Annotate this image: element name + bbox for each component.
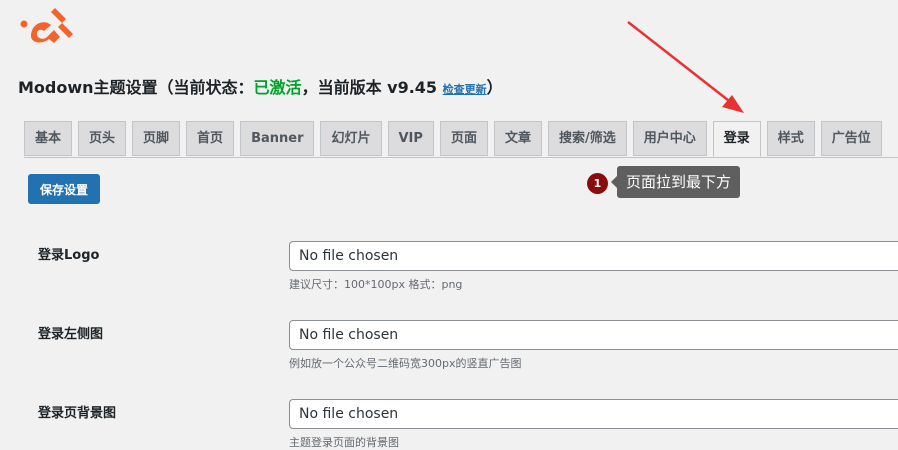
- tab-basic[interactable]: 基本: [24, 121, 73, 156]
- login-background-file-input[interactable]: No file chosen: [289, 399, 898, 429]
- field-desc-login-side-image: 例如放一个公众号二维码宽300px的竖直广告图: [289, 357, 522, 370]
- title-close: ）: [486, 78, 503, 97]
- site-logo: [18, 6, 74, 48]
- status-text: 已激活: [253, 78, 302, 97]
- tab-style[interactable]: 样式: [766, 121, 815, 156]
- annotation-step-badge: 1: [587, 173, 608, 194]
- settings-tab-bar: 基本 页头 页脚 首页 Banner 幻灯片 VIP 页面 文章 搜索/筛选 用户中心 登录 样式 广告位: [24, 121, 898, 158]
- tab-vip[interactable]: VIP: [387, 121, 434, 156]
- check-update-link[interactable]: 检查更新: [443, 83, 487, 96]
- tab-search-filter[interactable]: 搜索/筛选: [547, 121, 627, 156]
- tab-footer[interactable]: 页脚: [132, 121, 181, 156]
- field-desc-login-logo: 建议尺寸：100*100px 格式：png: [289, 278, 463, 291]
- field-desc-login-background: 主题登录页面的背景图: [289, 436, 399, 449]
- annotation-arrow-icon: [627, 21, 744, 113]
- field-label-login-logo: 登录Logo: [38, 248, 100, 263]
- title-main: Modown主题设置（当前状态：: [18, 78, 254, 97]
- tab-ad-slots[interactable]: 广告位: [820, 121, 882, 156]
- login-side-image-file-input[interactable]: No file chosen: [289, 320, 898, 350]
- page-title: Modown主题设置（当前状态：已激活，当前版本 v9.45 检查更新）: [18, 74, 503, 98]
- tab-page[interactable]: 页面: [439, 121, 488, 156]
- tab-banner[interactable]: Banner: [240, 121, 315, 156]
- field-label-login-side-image: 登录左侧图: [38, 327, 104, 342]
- tab-slideshow[interactable]: 幻灯片: [320, 121, 382, 156]
- tab-user-center[interactable]: 用户中心: [632, 121, 707, 156]
- tab-login[interactable]: 登录: [712, 121, 761, 157]
- annotation-tooltip: 页面拉到最下方: [610, 166, 741, 198]
- tab-home[interactable]: 首页: [186, 121, 235, 156]
- save-settings-button[interactable]: 保存设置: [28, 174, 101, 204]
- login-logo-file-input[interactable]: No file chosen: [289, 241, 898, 271]
- field-label-login-background: 登录页背景图: [38, 406, 117, 421]
- tab-post[interactable]: 文章: [493, 121, 542, 156]
- tab-header[interactable]: 页头: [78, 121, 127, 156]
- version-text: ，当前版本 v9.45: [301, 78, 438, 97]
